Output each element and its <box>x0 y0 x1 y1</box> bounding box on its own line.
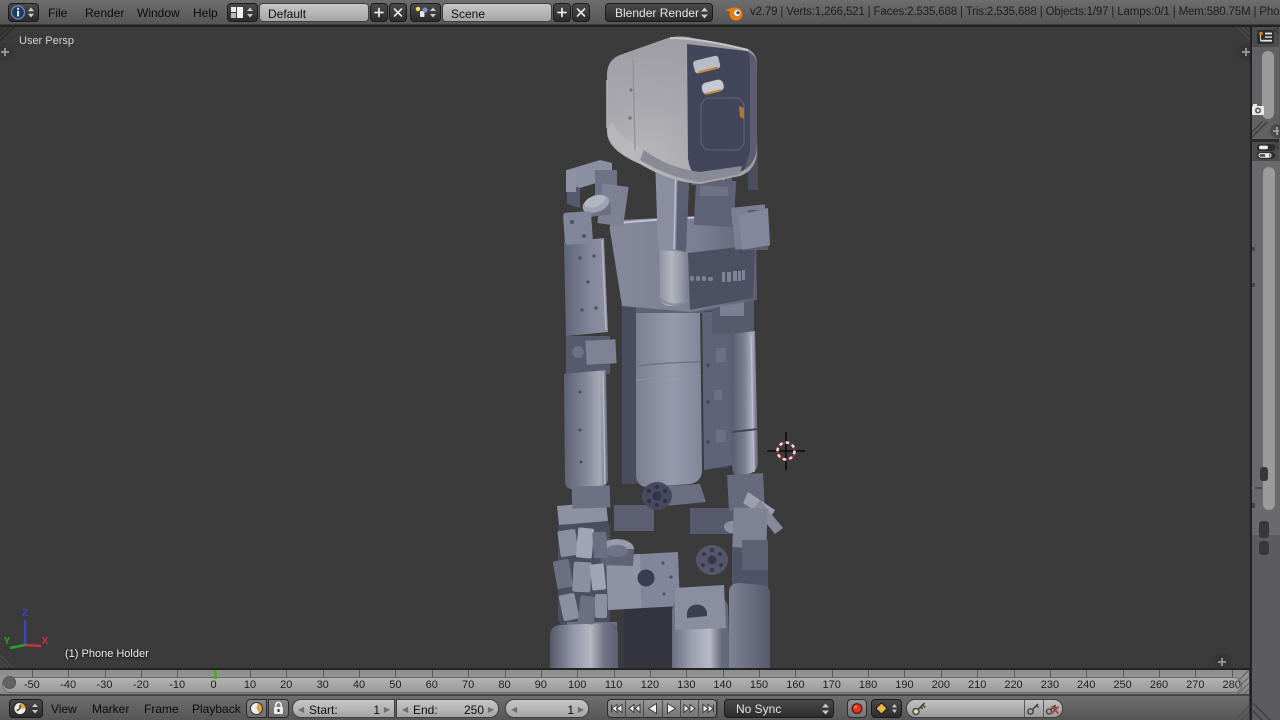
svg-text:Z: Z <box>22 608 28 619</box>
svg-text:Y: Y <box>4 636 11 647</box>
svg-text:X: X <box>42 636 49 647</box>
